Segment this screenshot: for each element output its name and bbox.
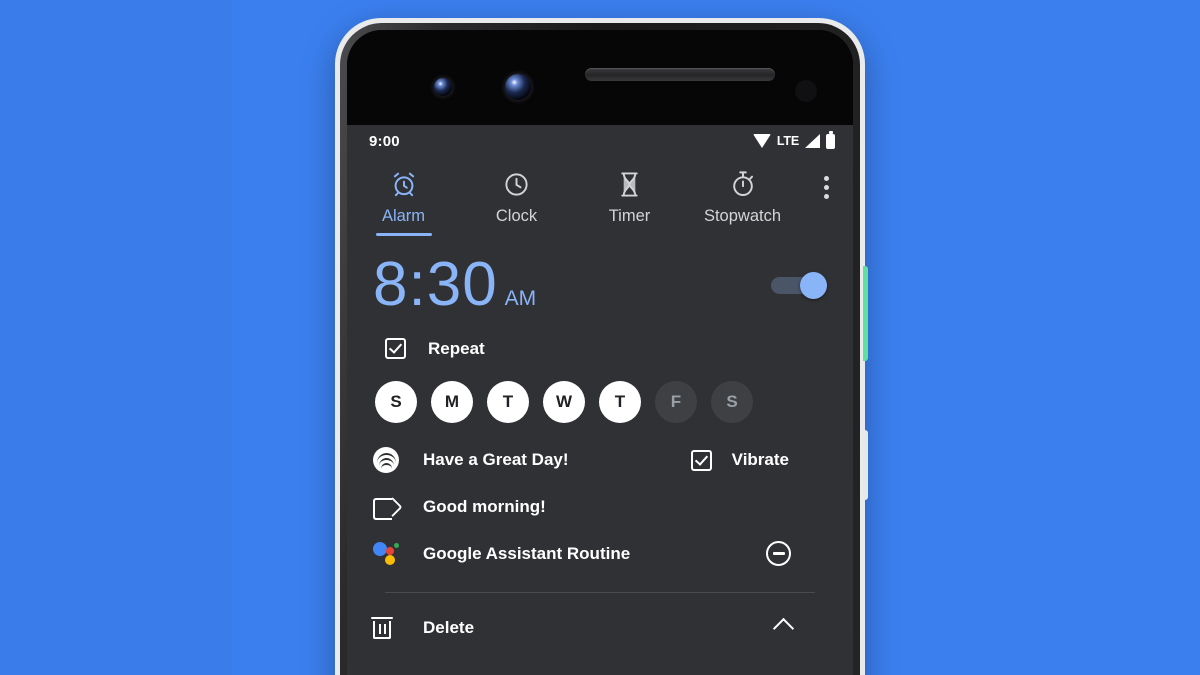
spotify-wave [380,462,392,469]
status-time: 9:00 [369,132,400,150]
delete-row[interactable]: Delete [371,593,827,639]
front-main-camera-icon [505,74,531,100]
status-indicators: LTE [752,131,835,149]
dot [823,194,829,199]
day-friday[interactable]: F [655,381,697,423]
phone-frame: 9:00 LTE Alarm Clock Timer Stopwatch 8:3… [340,23,860,675]
delete-label: Delete [423,618,475,637]
tab-clock-label: Clock [495,207,538,225]
alarm-enabled-toggle[interactable] [771,272,827,299]
earpiece-speaker-icon [585,68,775,81]
background-band [0,0,232,675]
signal-icon [805,134,820,148]
tab-stopwatch[interactable]: Stopwatch [686,167,799,242]
hourglass-icon [617,167,642,201]
tab-clock-underline [489,233,545,236]
ringtone-row: Have a Great Day! Vibrate [373,423,827,473]
volume-button[interactable] [863,430,868,500]
day-wednesday[interactable]: W [543,381,585,423]
wifi-icon [752,134,771,148]
toggle-thumb [800,272,827,299]
assistant-dot-green [394,543,399,548]
alarm-label-text: Good morning! [423,497,546,516]
trash-icon [371,617,413,639]
vibrate-checkbox[interactable] [690,449,712,471]
spotify-icon [373,447,413,473]
day-saturday[interactable]: S [711,381,753,423]
tab-clock[interactable]: Clock [460,167,573,242]
tab-timer-label: Timer [608,207,651,225]
phone-forehead [347,30,853,125]
day-sunday[interactable]: S [375,381,417,423]
front-wide-camera-icon [434,78,452,96]
google-assistant-icon [373,541,413,566]
alarm-label-row[interactable]: Good morning! [373,473,827,520]
chevron-up-icon[interactable] [772,617,795,639]
tab-alarm-label: Alarm [381,207,426,225]
tab-bar: Alarm Clock Timer Stopwatch [347,157,853,242]
alarm-time[interactable]: 8:30 AM [373,254,536,316]
clock-icon [503,167,530,201]
day-tuesday[interactable]: T [487,381,529,423]
clock-app: 9:00 LTE Alarm Clock Timer Stopwatch 8:3… [347,125,853,675]
alarm-time-meridiem: AM [504,287,537,310]
assistant-dot-red [386,547,394,555]
day-monday[interactable]: M [431,381,473,423]
network-label: LTE [776,134,799,148]
tab-timer-underline [602,233,658,236]
screenshot-stage: 9:00 LTE Alarm Clock Timer Stopwatch 8:3… [0,0,1200,675]
more-options-icon[interactable] [799,167,853,199]
vibrate-label: Vibrate [731,450,789,469]
trash-lid [371,617,393,620]
proximity-sensor-icon [795,80,817,102]
spotify-mark [373,447,399,473]
dot [823,176,829,181]
assistant-dot-blue [373,542,387,556]
repeat-checkbox[interactable] [385,338,406,359]
ringtone-label[interactable]: Have a Great Day! [413,450,569,470]
vibrate-row[interactable]: Vibrate [690,449,827,471]
tab-alarm[interactable]: Alarm [347,167,460,242]
status-bar: 9:00 LTE [347,125,853,157]
assistant-mark [373,541,400,566]
alarm-time-row: 8:30 AM [373,246,827,318]
tag-icon [373,498,413,520]
repeat-label: Repeat [428,338,485,358]
alarm-clock-icon [390,167,418,201]
dot [823,185,829,190]
tab-stopwatch-label: Stopwatch [703,207,782,225]
power-button[interactable] [863,266,868,361]
stopwatch-icon [730,167,756,201]
tab-stopwatch-underline [715,233,771,236]
alarm-time-value: 8:30 [373,250,498,319]
day-selector: S M T W T F S [373,359,827,423]
phone-device: 9:00 LTE Alarm Clock Timer Stopwatch 8:3… [335,18,868,675]
tab-alarm-underline [375,233,432,236]
phone-screen: 9:00 LTE Alarm Clock Timer Stopwatch 8:3… [347,30,853,675]
assistant-routine-row[interactable]: Google Assistant Routine [373,517,827,566]
minus-circle-icon[interactable] [766,541,791,566]
tag-mark [373,498,399,520]
repeat-row[interactable]: Repeat [373,318,827,359]
alarm-card: 8:30 AM Repeat S M T W T F S Have a Grea… [347,242,853,639]
assistant-routine-action[interactable] [766,541,791,566]
trash-mark [371,617,393,639]
day-thursday[interactable]: T [599,381,641,423]
assistant-routine-label: Google Assistant Routine [423,543,631,563]
assistant-dot-yellow [385,555,395,565]
tab-timer[interactable]: Timer [573,167,686,242]
battery-icon [826,131,835,149]
trash-body [373,621,391,639]
